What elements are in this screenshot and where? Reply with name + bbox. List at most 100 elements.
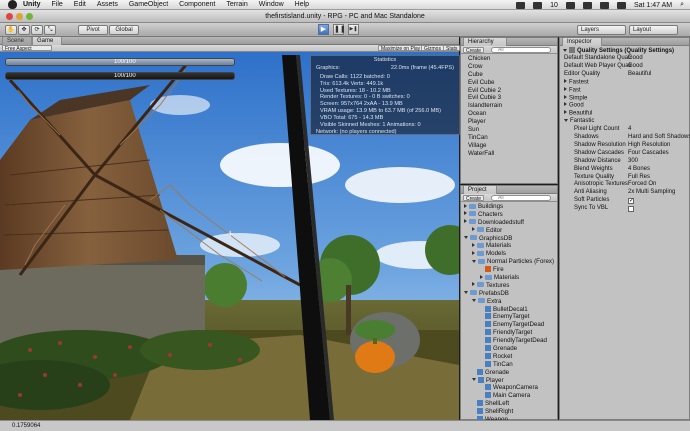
quality-setting-value[interactable]: 300 [628,158,638,166]
rotate-tool-icon[interactable]: ⟳ [31,25,43,35]
quality-level-row[interactable]: Fantastic [564,118,690,126]
menu-file[interactable]: File [52,1,63,8]
project-item[interactable]: Rocket [464,352,557,361]
expand-arrow-icon[interactable] [564,118,568,122]
scale-tool-icon[interactable]: ⤡ [44,25,56,35]
sync-to-vbl-checkbox[interactable] [628,206,634,213]
project-item[interactable]: WeaponCamera [464,384,557,392]
expand-arrow-icon[interactable] [564,102,567,107]
expand-arrow-icon[interactable] [464,211,467,216]
expand-arrow-icon[interactable] [464,236,468,240]
expand-arrow-icon[interactable] [563,48,567,52]
aspect-dropdown[interactable]: Free Aspect [2,45,52,52]
expand-arrow-icon[interactable] [472,259,476,263]
expand-arrow-icon[interactable] [472,250,475,255]
stats-toggle[interactable]: Stats [443,45,461,52]
expand-arrow-icon[interactable] [472,242,475,247]
expand-arrow-icon[interactable] [564,86,567,91]
menu-terrain[interactable]: Terrain [226,1,247,8]
close-window-icon[interactable] [6,13,13,20]
expand-arrow-icon[interactable] [472,227,475,232]
quality-level-row[interactable]: Good [564,102,690,110]
project-item[interactable]: EnemyTarget [464,313,557,321]
step-button[interactable]: ▶❚ [348,24,359,35]
quality-setting-value[interactable]: Forced On [628,181,656,189]
hierarchy-item[interactable]: Village [468,142,557,150]
expand-arrow-icon[interactable] [464,203,467,208]
expand-arrow-icon[interactable] [564,94,567,99]
project-item[interactable]: Models [464,250,557,258]
layers-dropdown[interactable]: Layers [577,25,626,35]
play-button[interactable]: ▶ [318,24,329,35]
quality-setting-value[interactable]: 2x Multi Sampling [628,189,675,197]
project-item[interactable]: Fire [464,266,557,274]
layout-dropdown[interactable]: Layout [629,25,678,35]
tab-scene[interactable]: Scene [2,37,32,45]
zoom-window-icon[interactable] [26,13,33,20]
pivot-toggle[interactable]: Pivot [78,25,108,35]
hierarchy-item[interactable]: Evil Cubie 2 [468,87,557,95]
project-item[interactable]: Textures [464,282,557,290]
quality-level-row[interactable]: Fastest [564,78,690,87]
project-item[interactable]: Editor [464,227,557,235]
project-item[interactable]: GraphicsDB [464,235,557,243]
quality-setting-value[interactable]: High Resolution [628,142,670,150]
hierarchy-item[interactable]: Chicken [468,55,557,63]
hierarchy-item[interactable]: Evil Cubie 3 [468,94,557,102]
menu-component[interactable]: Component [179,1,215,8]
project-search-input[interactable]: All [491,195,551,201]
quality-setting-value[interactable]: 4 [628,126,631,134]
project-item[interactable]: PrefabsDB [464,290,557,298]
quality-setting-value[interactable]: 4 Bones [628,166,650,174]
quality-setting-value[interactable]: Hard and Soft Shadows [628,134,690,142]
quality-level-row[interactable]: Fast [564,86,690,95]
hierarchy-item[interactable]: TinCan [468,134,557,142]
menu-help[interactable]: Help [295,1,309,8]
power-icon[interactable] [616,1,626,9]
tab-game[interactable]: Game [32,37,62,45]
hierarchy-item[interactable]: Sun [468,126,557,134]
gizmos-toggle[interactable]: Gizmos [421,45,444,52]
expand-arrow-icon[interactable] [472,299,476,303]
project-item[interactable]: Normal Particles (Forex) [464,258,557,266]
spotlight-icon[interactable]: ⌕ [680,1,684,9]
menu-app-unity[interactable]: Unity [23,1,41,8]
project-item[interactable]: Main Camera [464,392,557,400]
project-item[interactable]: Downloadedstuff [464,219,557,227]
apple-icon[interactable] [8,0,17,9]
quality-setting-value[interactable]: Full Res [628,174,650,182]
expand-arrow-icon[interactable] [564,110,567,115]
expand-arrow-icon[interactable] [480,274,483,279]
hierarchy-item[interactable]: Crow [468,63,557,71]
hierarchy-item[interactable]: Evil Cube [468,79,557,87]
project-item[interactable]: Chacters [464,211,557,219]
dropbox-icon[interactable] [516,1,526,9]
maximize-on-play-toggle[interactable]: Maximize on Play [378,45,424,52]
minimize-window-icon[interactable] [16,13,23,20]
quality-level-row[interactable]: Beautiful [564,110,690,118]
volume-icon[interactable] [599,1,609,9]
menu-assets[interactable]: Assets [97,1,118,8]
project-item[interactable]: Grenade [464,368,557,377]
move-tool-icon[interactable]: ✥ [18,25,30,35]
expand-arrow-icon[interactable] [464,219,467,224]
project-item[interactable]: ShellRight [464,408,557,416]
project-item[interactable]: ShellLeft [464,400,557,408]
hierarchy-item[interactable]: Islandterrain [468,102,557,110]
project-item[interactable]: TinCan [464,360,557,369]
project-item[interactable]: FriendlyTargetDead [464,337,557,345]
battery-icon[interactable] [533,1,543,9]
project-create-button[interactable]: Create [463,195,485,202]
hierarchy-item[interactable]: Ocean [468,110,557,118]
project-item[interactable]: Grenade [464,345,557,353]
tab-project[interactable]: Project [463,186,497,194]
pause-button[interactable]: ❚❚ [333,24,346,35]
project-item[interactable]: Player [464,376,557,385]
global-toggle[interactable]: Global [109,25,139,35]
menu-gameobject[interactable]: GameObject [129,1,168,8]
hierarchy-search-input[interactable]: All [491,47,551,53]
menu-edit[interactable]: Edit [74,1,86,8]
bluetooth-icon[interactable] [565,1,575,9]
project-item[interactable]: Buildings [464,203,557,211]
quality-setting-value[interactable]: Four Cascades [628,150,669,158]
